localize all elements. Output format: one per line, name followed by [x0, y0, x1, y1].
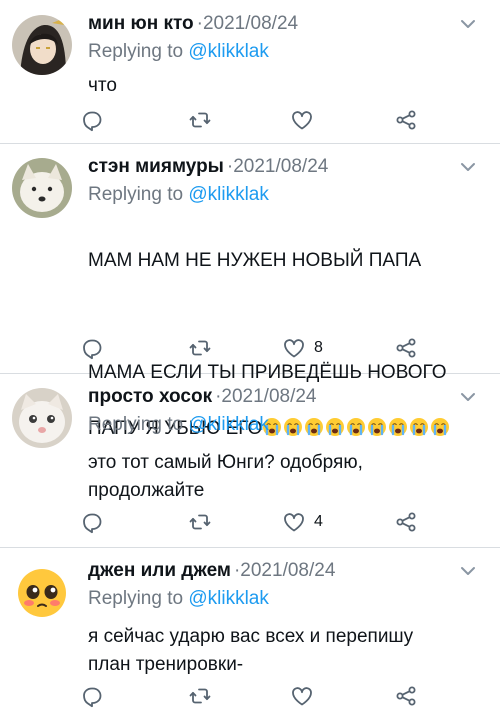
action-bar: 4 — [80, 508, 440, 536]
avatar[interactable] — [12, 388, 72, 448]
mention-link[interactable]: @klikklak — [188, 184, 269, 205]
speech-bubble-icon — [80, 108, 104, 132]
tweet-header: просто хосок ·2021/08/24 — [88, 385, 317, 409]
display-name[interactable]: мин юн кто — [88, 13, 194, 34]
avatar[interactable] — [12, 158, 72, 218]
heart-icon — [290, 108, 314, 132]
share-icon — [394, 336, 418, 360]
like-button[interactable]: 4 — [282, 508, 323, 536]
replying-label: Replying to — [88, 588, 184, 609]
reply-button[interactable] — [80, 508, 104, 536]
display-name[interactable]: джен или джем — [88, 560, 231, 581]
tweet[interactable]: стэн миямуры ·2021/08/24 Replying to @kli… — [0, 143, 500, 439]
tweet-text: это тот самый Юнги? одобряю, продолжайте — [88, 452, 363, 501]
replying-label: Replying to — [88, 414, 184, 435]
avatar[interactable] — [12, 15, 72, 75]
chevron-down-icon[interactable] — [458, 157, 478, 177]
reply-button[interactable] — [80, 682, 104, 710]
replying-to: Replying to @klikklak — [88, 413, 269, 437]
chevron-down-icon[interactable] — [458, 561, 478, 581]
share-button[interactable] — [394, 508, 418, 536]
speech-bubble-icon — [80, 510, 104, 534]
reply-button[interactable] — [80, 106, 104, 134]
chevron-down-icon[interactable] — [458, 14, 478, 34]
like-button[interactable] — [290, 106, 322, 134]
chevron-down-icon[interactable] — [458, 387, 478, 407]
tweet-header: джен или джем ·2021/08/24 — [88, 559, 335, 583]
mention-link[interactable]: @klikklak — [188, 588, 269, 609]
share-icon — [394, 108, 418, 132]
replying-to: Replying to @klikklak — [88, 40, 269, 64]
retweet-icon — [188, 108, 212, 132]
avatar-pleading-face-icon — [12, 562, 72, 622]
share-button[interactable] — [394, 106, 418, 134]
timestamp[interactable]: 2021/08/24 — [240, 560, 335, 581]
retweet-icon — [188, 510, 212, 534]
like-button[interactable] — [290, 682, 322, 710]
like-count: 4 — [314, 513, 323, 530]
avatar-dog-icon — [12, 158, 72, 218]
like-button[interactable]: 8 — [282, 334, 323, 362]
avatar-cat-icon — [12, 388, 72, 448]
tweet[interactable]: просто хосок ·2021/08/24 Replying to @kli… — [0, 373, 500, 548]
speech-bubble-icon — [80, 684, 104, 708]
share-icon — [394, 510, 418, 534]
tweet[interactable]: джен или джем ·2021/08/24 Replying to @kl… — [0, 547, 500, 720]
tweet-text: что — [88, 75, 117, 96]
like-count: 8 — [314, 339, 323, 356]
replying-label: Replying to — [88, 184, 184, 205]
retweet-button[interactable] — [188, 508, 212, 536]
tweet-header: стэн миямуры ·2021/08/24 — [88, 155, 328, 179]
tweet-text-line: МАМ НАМ НЕ НУЖЕН НОВЫЙ ПАПА — [88, 250, 422, 271]
share-icon — [394, 684, 418, 708]
action-bar — [80, 106, 440, 134]
timestamp[interactable]: 2021/08/24 — [221, 386, 316, 407]
tweet-text: я сейчас ударю вас всех и перепишу план … — [88, 626, 414, 675]
share-button[interactable] — [394, 334, 418, 362]
mention-link[interactable]: @klikklak — [188, 41, 269, 62]
replying-to: Replying to @klikklak — [88, 183, 269, 207]
retweet-button[interactable] — [188, 682, 212, 710]
retweet-button[interactable] — [188, 106, 212, 134]
timestamp[interactable]: 2021/08/24 — [233, 156, 328, 177]
retweet-button[interactable] — [188, 334, 212, 362]
share-button[interactable] — [394, 682, 418, 710]
mention-link[interactable]: @klikklak — [188, 414, 269, 435]
tweet-header: мин юн кто ·2021/08/24 — [88, 12, 298, 36]
avatar[interactable] — [12, 562, 72, 622]
display-name[interactable]: стэн миямуры — [88, 156, 224, 177]
avatar-anime-icon — [12, 15, 72, 75]
heart-icon — [290, 684, 314, 708]
tweet[interactable]: мин юн кто ·2021/08/24 Replying to @klikk… — [0, 0, 500, 144]
heart-icon — [282, 510, 306, 534]
speech-bubble-icon — [80, 336, 104, 360]
reply-button[interactable] — [80, 334, 104, 362]
action-bar: 8 — [80, 334, 440, 362]
replying-label: Replying to — [88, 41, 184, 62]
retweet-icon — [188, 684, 212, 708]
retweet-icon — [188, 336, 212, 360]
display-name[interactable]: просто хосок — [88, 386, 212, 407]
timestamp[interactable]: 2021/08/24 — [203, 13, 298, 34]
action-bar — [80, 682, 440, 710]
replying-to: Replying to @klikklak — [88, 587, 269, 611]
heart-icon — [282, 336, 306, 360]
